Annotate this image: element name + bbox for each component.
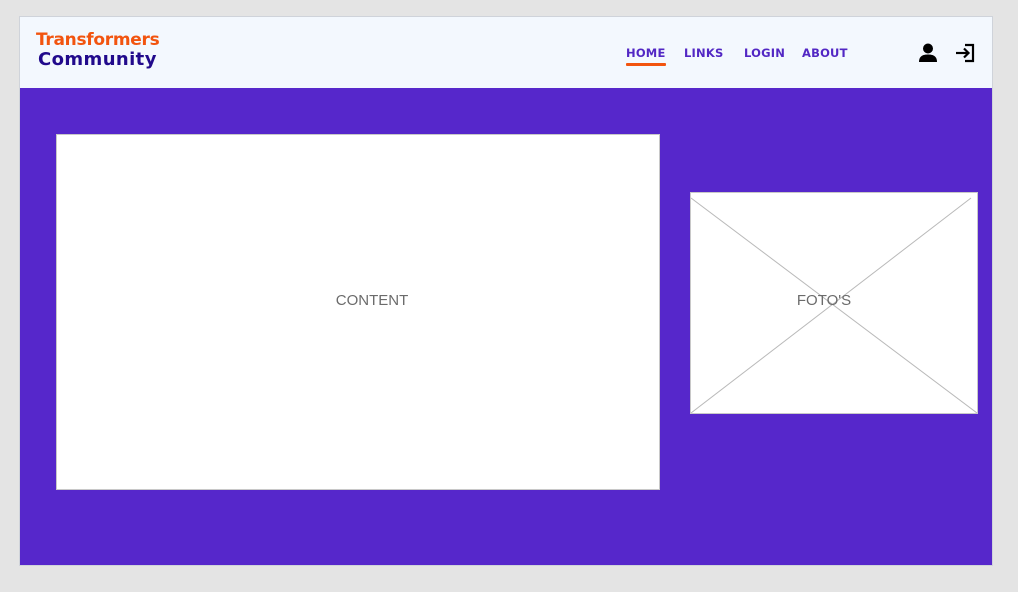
login-icon[interactable] bbox=[954, 42, 976, 64]
nav-home[interactable]: HOME bbox=[626, 46, 666, 60]
page-frame: Transformers Community HOME LINKS LOGIN … bbox=[19, 16, 993, 566]
photo-label: FOTO'S bbox=[796, 292, 852, 309]
nav-login[interactable]: LOGIN bbox=[744, 46, 785, 60]
header: Transformers Community HOME LINKS LOGIN … bbox=[20, 17, 992, 88]
nav-about[interactable]: ABOUT bbox=[802, 46, 848, 60]
photo-placeholder: FOTO'S bbox=[690, 192, 978, 414]
nav-active-indicator bbox=[626, 63, 666, 66]
user-icon[interactable] bbox=[917, 42, 939, 64]
logo-line-2: Community bbox=[38, 49, 157, 70]
content-label: CONTENT bbox=[335, 292, 409, 309]
content-panel: CONTENT bbox=[56, 134, 660, 490]
logo-line-1: Transformers bbox=[36, 30, 160, 50]
nav-links[interactable]: LINKS bbox=[684, 46, 723, 60]
logo[interactable]: Transformers Community bbox=[36, 30, 160, 70]
